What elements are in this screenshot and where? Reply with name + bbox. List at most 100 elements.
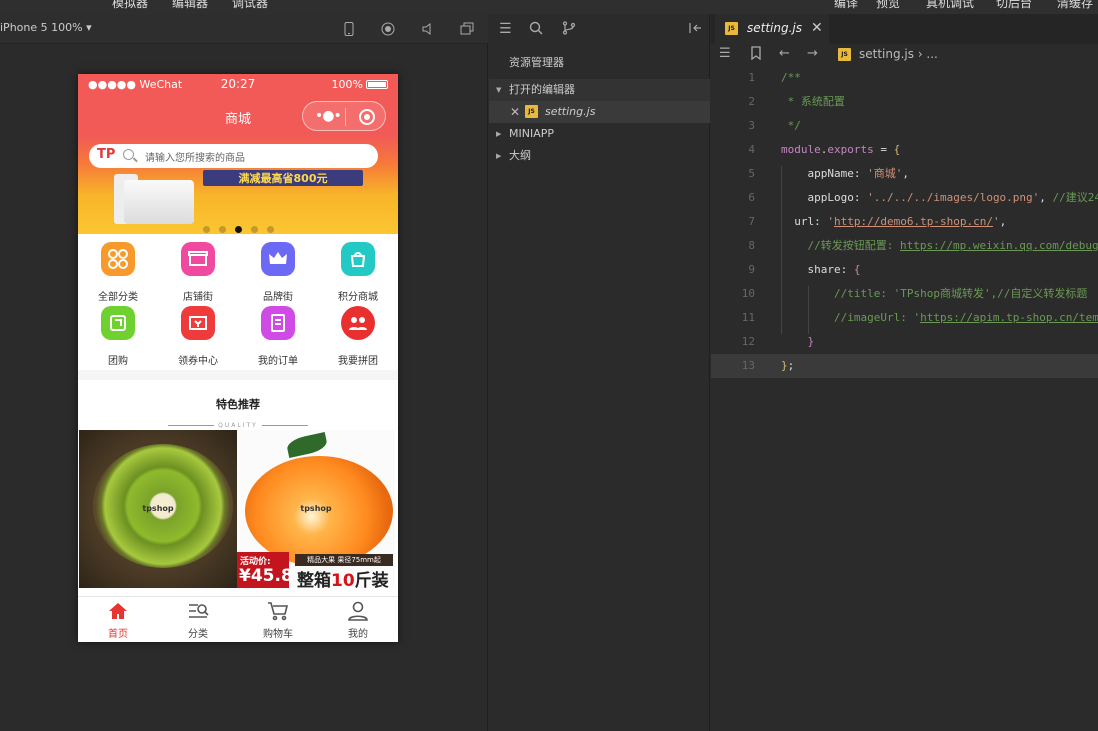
forward-arrow-icon[interactable]: → — [807, 46, 818, 61]
battery-text: 100% — [331, 78, 363, 91]
code-line-current[interactable]: 13}; — [711, 354, 1098, 378]
menu-simulator[interactable]: 模拟器 — [112, 0, 148, 11]
outline-section[interactable]: ▶ 大纲 — [489, 145, 710, 167]
list-icon[interactable]: ☰ — [499, 21, 512, 37]
battery-indicator: 100% — [332, 78, 388, 91]
code-line[interactable]: 5 appName: '商城', — [711, 162, 1098, 186]
banner-carousel[interactable]: TP 请输入您所搜索的商品 满减最高省800元 — [78, 136, 398, 234]
tab-category[interactable]: 分类 — [158, 601, 238, 640]
menu-compile[interactable]: 编译 — [834, 0, 858, 11]
open-file-setting-js[interactable]: ✕ JS setting.js — [489, 101, 710, 123]
carousel-dot[interactable] — [219, 226, 226, 233]
code-line[interactable]: 10 //title: 'TPshop商城转发',//自定义转发标题 — [711, 282, 1098, 306]
category-points-mall[interactable]: 积分商城 — [318, 242, 398, 303]
product-grid: tpshop tpshop 活动价: ¥45.8 精品大果 果径75mm起 整箱… — [78, 430, 398, 590]
category-icon — [158, 601, 238, 623]
featured-subtitle: QUALITY — [168, 422, 308, 429]
close-icon[interactable]: ✕ — [811, 20, 823, 36]
devtools-window: 模拟器 编辑器 调试器 编译 预览 真机调试 切后台 清缓存 iPhone 5 … — [0, 0, 1098, 731]
code-line[interactable]: 4 module.exports = { — [711, 138, 1098, 162]
detach-window-icon[interactable] — [460, 22, 474, 36]
carousel-dots[interactable] — [203, 218, 283, 234]
cart-icon — [238, 601, 318, 623]
back-arrow-icon[interactable]: ← — [779, 46, 790, 61]
category-all[interactable]: 全部分类 — [78, 242, 158, 303]
code-editor: JS setting.js ✕ ☰ ← → JS setting.js › ..… — [711, 14, 1098, 731]
bag-icon — [341, 242, 375, 276]
user-icon — [318, 601, 398, 623]
product-card-kiwi[interactable]: tpshop — [79, 430, 237, 588]
menu-real-debug[interactable]: 真机调试 — [926, 0, 974, 11]
price-tag: 活动价: ¥45.8 精品大果 果径75mm起 整箱10斤装 — [237, 552, 395, 588]
close-mini-icon[interactable] — [359, 109, 375, 125]
menu-clear-cache[interactable]: 清缓存 — [1057, 0, 1093, 11]
phone-icon[interactable] — [342, 22, 356, 36]
group-icon — [101, 306, 135, 340]
product-card-orange[interactable]: tpshop 活动价: ¥45.8 精品大果 果径75mm起 整箱10斤装 — [237, 430, 395, 588]
tab-setting-js[interactable]: JS setting.js ✕ — [715, 14, 829, 44]
code-line[interactable]: 11 //imageUrl: 'https://apim.tp-shop.cn/… — [711, 306, 1098, 330]
orange-leaf — [285, 432, 329, 458]
tab-profile[interactable]: 我的 — [318, 601, 398, 640]
collapse-panel-icon[interactable] — [688, 21, 702, 39]
device-select[interactable]: iPhone 5 100% ▾ — [0, 21, 92, 34]
product-watermark: tpshop — [142, 504, 174, 513]
pin-group-icon — [341, 306, 375, 340]
code-line[interactable]: 9 share: { — [711, 258, 1098, 282]
category-shop[interactable]: 店铺街 — [158, 242, 238, 303]
search-input[interactable]: TP 请输入您所搜索的商品 — [89, 144, 378, 168]
bookmark-icon[interactable] — [750, 46, 762, 64]
code-line[interactable]: 1/** — [711, 66, 1098, 90]
capsule-menu[interactable]: •●• — [302, 101, 386, 131]
grid-icon — [101, 242, 135, 276]
js-file-icon: JS — [838, 48, 851, 61]
menu-debugger[interactable]: 调试器 — [232, 0, 268, 11]
category-pin-group[interactable]: 我要拼团 — [318, 306, 398, 367]
menu-background[interactable]: 切后台 — [996, 0, 1032, 11]
category-brand[interactable]: 品牌街 — [238, 242, 318, 303]
code-line[interactable]: 7 url: 'http://demo6.tp-shop.cn/', — [711, 210, 1098, 234]
search-icon[interactable] — [529, 21, 543, 39]
close-icon[interactable]: ✕ — [510, 101, 520, 123]
more-dots-icon[interactable]: •●• — [315, 109, 342, 123]
explorer-toolbar: ☰ — [489, 14, 710, 44]
menu-editor[interactable]: 编辑器 — [172, 0, 208, 11]
tab-bar: 首页 分类 购物车 我的 — [78, 596, 398, 642]
category-group-buy[interactable]: 团购 — [78, 306, 158, 367]
code-line[interactable]: 2 * 系统配置 — [711, 90, 1098, 114]
breadcrumb-path[interactable]: setting.js › ... — [859, 47, 938, 61]
code-line[interactable]: 6 appLogo: '../../../images/logo.png', /… — [711, 186, 1098, 210]
chevron-right-icon: ▶ — [496, 130, 502, 138]
category-grid: 全部分类 店铺街 品牌街 积分商城 团购 领券中心 我的订单 我要拼团 — [78, 234, 398, 370]
chevron-down-icon: ▼ — [496, 86, 502, 94]
carousel-dot[interactable] — [203, 226, 210, 233]
carousel-dot[interactable] — [267, 226, 274, 233]
category-my-orders[interactable]: 我的订单 — [238, 306, 318, 367]
chevron-right-icon: ▶ — [496, 152, 502, 160]
featured-title: 特色推荐 — [216, 398, 260, 411]
banner-promo: 满减最高省800元 — [203, 170, 363, 186]
list-icon[interactable]: ☰ — [719, 46, 731, 61]
code-line[interactable]: 8 //转发按钮配置: https://mp.weixin.qq.com/deb… — [711, 234, 1098, 258]
product-watermark: tpshop — [300, 504, 332, 513]
tab-cart[interactable]: 购物车 — [238, 601, 318, 640]
carousel-dot-active[interactable] — [235, 226, 242, 233]
record-icon[interactable] — [381, 22, 395, 36]
volume-icon[interactable] — [421, 22, 435, 36]
tab-home[interactable]: 首页 — [78, 601, 158, 640]
price-value: ¥45.8 — [239, 566, 293, 586]
miniapp-section[interactable]: ▶ MINIAPP — [489, 123, 710, 145]
mini-nav-bar: 商城 •●• — [78, 96, 398, 136]
code-line[interactable]: 3 */ — [711, 114, 1098, 138]
coupon-icon — [181, 306, 215, 340]
simulator-toolbar: iPhone 5 100% ▾ — [0, 14, 488, 44]
branch-icon[interactable] — [562, 21, 576, 39]
banner-air-conditioner — [124, 180, 194, 224]
carousel-dot[interactable] — [251, 226, 258, 233]
category-coupons[interactable]: 领券中心 — [158, 306, 238, 367]
code-line[interactable]: 12 } — [711, 330, 1098, 354]
featured-header: 特色推荐 QUALITY — [78, 380, 398, 430]
menu-preview[interactable]: 预览 — [876, 0, 900, 11]
phone-screen: ●●●●● WeChat 20:27 100% 商城 •●• TP 请输入您所搜… — [78, 74, 398, 642]
open-editors-section[interactable]: ▼ 打开的编辑器 — [489, 79, 710, 101]
